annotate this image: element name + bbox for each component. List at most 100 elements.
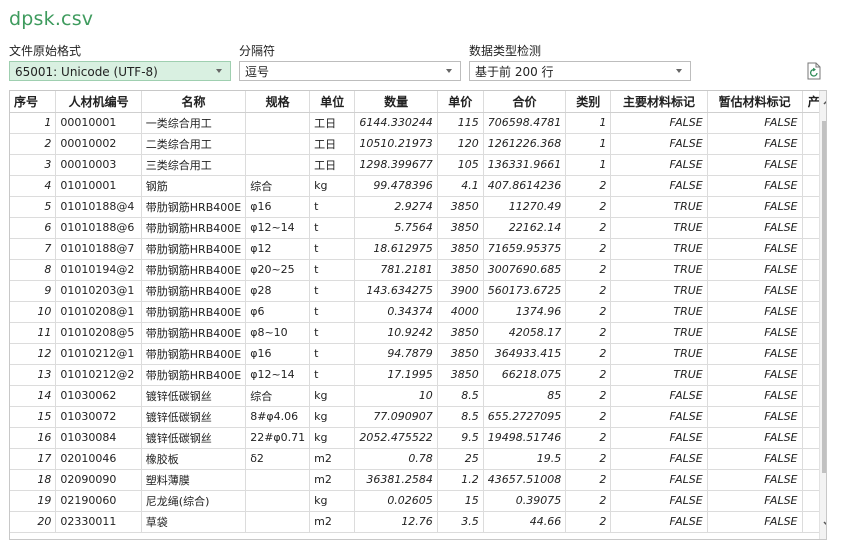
column-header[interactable]: 单价 [437,91,484,113]
column-header[interactable]: 数量 [354,91,438,113]
delimiter-dropdown[interactable]: 逗号 [239,61,461,81]
table-cell: 5 [10,196,57,218]
table-cell: 工日 [309,154,356,176]
table-cell: 一类综合用工 [141,112,247,134]
table-cell: 6 [10,217,57,239]
table-cell: 3850 [437,259,484,281]
table-cell: 15 [10,406,57,428]
table-cell: FALSE [610,427,708,449]
table-cell: 5.7564 [354,217,438,239]
table-cell: 带肋钢筋HRB400E [141,343,247,365]
table-cell: 36381.2584 [354,469,438,491]
table-cell: 7 [10,238,57,260]
table-cell: 364933.415 [483,343,567,365]
table-cell: 2 [565,217,612,239]
table-cell: 8.5 [437,406,484,428]
chevron-down-icon [216,69,222,73]
table-cell: 44.66 [483,511,567,533]
table-cell: 143.634275 [354,280,438,302]
table-cell: 3850 [437,196,484,218]
table-cell: m2 [309,469,356,491]
table-cell: 橡胶板 [141,448,247,470]
table-cell: 1 [565,154,612,176]
column-header[interactable]: 合价 [483,91,567,113]
detection-label: 数据类型检测 [469,44,542,58]
table-cell: 20 [10,511,57,533]
header-row: 序号 人材机编号 名称 规格 单位 数量 单价 合价 类别 主要材料标记 暂估材料标记产 [10,91,826,113]
table-cell: 2 [565,364,612,386]
table-row: 13 01010212@2 带肋钢筋HRB400E φ12~14 t 17.1995 385… [10,364,826,386]
column-header[interactable]: 主要材料标记 [610,91,708,113]
table-cell: 2 [565,385,612,407]
table-cell: 19.5 [483,448,567,470]
table-cell: 18.612975 [354,238,438,260]
table-cell: 0.39075 [483,490,567,512]
table-cell: φ12~14 [245,364,311,386]
column-header[interactable]: 类别 [565,91,612,113]
table-cell: 2 [565,406,612,428]
chevron-up-icon[interactable] [823,97,827,107]
table-cell: 1261226.368 [483,133,567,155]
table-cell [245,154,311,176]
table-cell: 9.5 [437,427,484,449]
encoding-dropdown[interactable]: 65001: Unicode (UTF-8) [9,61,231,81]
table-cell: 工日 [309,133,356,155]
table-cell: 2 [565,280,612,302]
column-header[interactable]: 单位 [309,91,356,113]
table-cell: 2 [565,469,612,491]
table-cell: FALSE [707,301,803,323]
table-cell: 2 [565,511,612,533]
table-cell: 二类综合用工 [141,133,247,155]
table-row: 1 00010001 一类综合用工 工日 6144.330244 115 706598.47… [10,112,826,134]
table-cell: 3.5 [437,511,484,533]
table-row: 19 02190060 尼龙绳(综合) kg 0.02605 15 0.39075 2 FALS… [10,490,826,512]
table-cell: 1 [565,112,612,134]
table-cell [245,469,311,491]
table-cell: 带肋钢筋HRB400E [141,322,247,344]
column-header[interactable]: 规格 [245,91,311,113]
table-cell: 10510.21973 [354,133,438,155]
table-cell: 2052.475522 [354,427,438,449]
table-cell: FALSE [610,385,708,407]
table-cell: TRUE [610,364,708,386]
detection-value: 基于前 200 行 [475,65,554,79]
table-cell: 120 [437,133,484,155]
table-cell: 带肋钢筋HRB400E [141,259,247,281]
refresh-icon[interactable] [806,62,822,80]
detection-dropdown[interactable]: 基于前 200 行 [469,61,691,81]
table-cell: 镀锌低碳钢丝 [141,406,247,428]
table-cell: t [309,259,356,281]
table-cell: 66218.075 [483,364,567,386]
data-preview-grid[interactable]: 序号 人材机编号 名称 规格 单位 数量 单价 合价 类别 主要材料标记 暂估材料标记产 1 0001… [9,90,827,540]
table-cell: 15 [437,490,484,512]
table-cell: FALSE [610,112,708,134]
column-header[interactable]: 暂估材料标记 [707,91,803,113]
table-cell: FALSE [707,490,803,512]
table-cell: 01010212@1 [55,343,142,365]
scroll-thumb[interactable] [822,121,826,473]
table-cell: t [309,343,356,365]
table-cell: 01010212@2 [55,364,142,386]
column-header[interactable]: 序号 [10,91,57,113]
chevron-down-icon[interactable] [823,519,827,529]
table-cell: 2 [565,343,612,365]
table-cell: 0.34374 [354,301,438,323]
table-cell: φ6 [245,301,311,323]
table-cell: 43657.51008 [483,469,567,491]
table-cell: FALSE [707,448,803,470]
table-cell: kg [309,427,356,449]
table-cell: FALSE [707,343,803,365]
table-cell: 塑料薄膜 [141,469,247,491]
table-cell: 25 [437,448,484,470]
table-row: 9 01010203@1 带肋钢筋HRB400E φ28 t 143.634275 3900… [10,280,826,302]
table-cell: 4.1 [437,175,484,197]
chevron-down-icon [676,69,682,73]
table-cell: 22162.14 [483,217,567,239]
table-cell: 6144.330244 [354,112,438,134]
column-header[interactable]: 人材机编号 [55,91,142,113]
table-cell: 01010001 [55,175,142,197]
delimiter-label: 分隔符 [239,44,276,58]
table-row: 10 01010208@1 带肋钢筋HRB400E φ6 t 0.34374 4000 137… [10,301,826,323]
vertical-scrollbar[interactable] [819,91,827,539]
column-header[interactable]: 名称 [141,91,247,113]
